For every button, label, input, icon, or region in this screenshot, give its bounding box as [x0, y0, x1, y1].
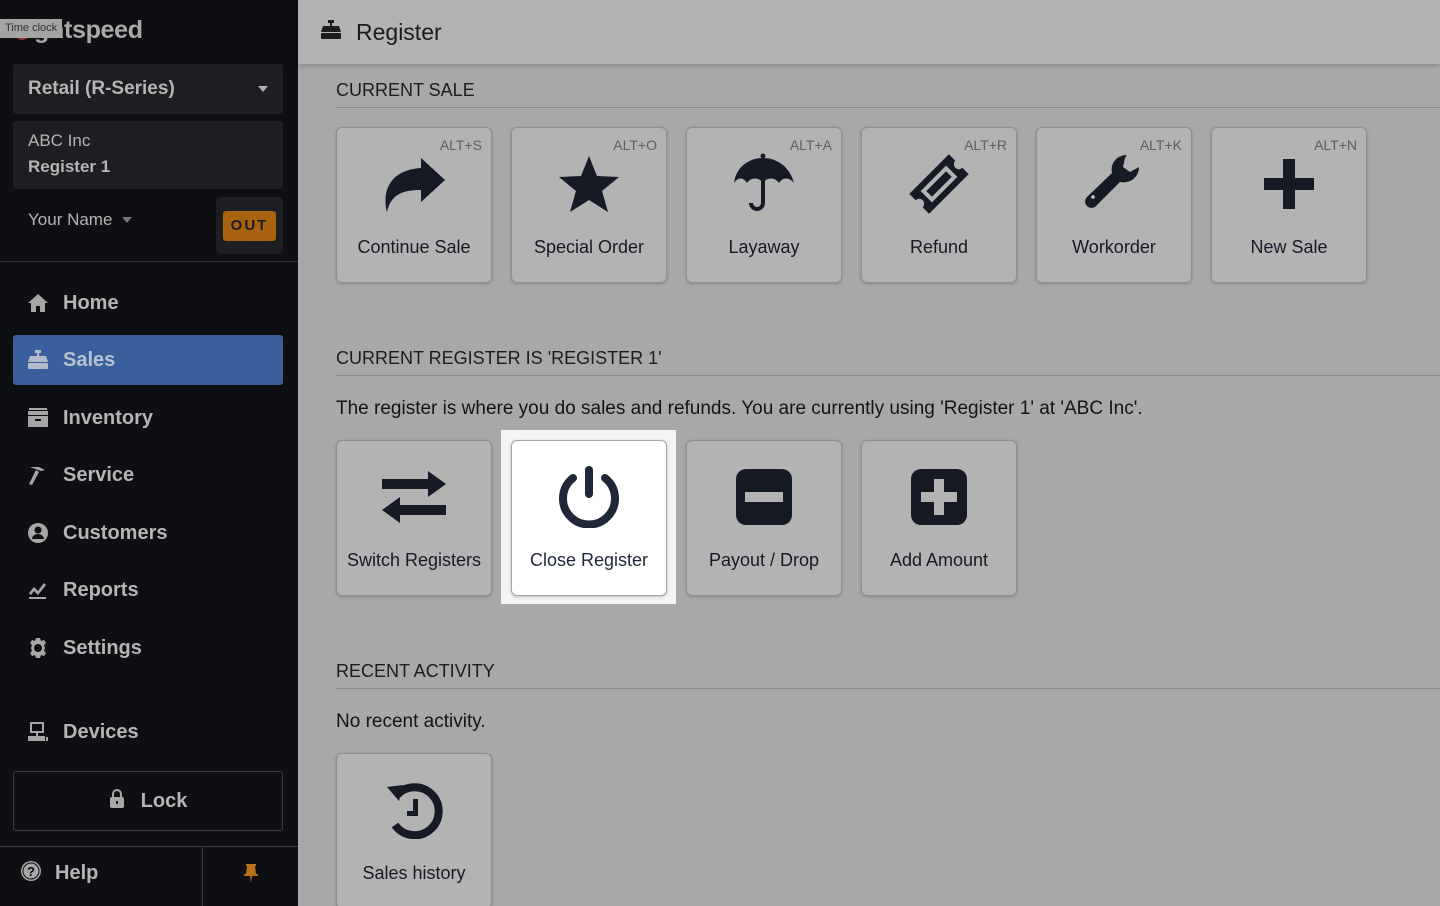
devices-icon — [27, 721, 49, 743]
sidebar-item-inventory[interactable]: Inventory — [13, 393, 283, 443]
layaway-button[interactable]: ALT+A Layaway — [686, 127, 842, 283]
section-title-current-sale: CURRENT SALE — [336, 80, 475, 100]
tile-label: Layaway — [728, 237, 800, 257]
page-header: Register — [298, 0, 1440, 64]
sidebar-item-service[interactable]: Service — [13, 450, 283, 500]
divider — [336, 107, 1440, 108]
sidebar-item-label: Customers — [63, 521, 168, 544]
pin-icon — [243, 864, 259, 889]
user-menu[interactable]: Your Name — [28, 210, 133, 230]
chevron-down-icon — [122, 217, 133, 223]
organization-name: ABC Inc — [28, 131, 91, 150]
time-clock: OUT — [216, 197, 283, 254]
plus-icon — [1212, 152, 1366, 216]
sidebar-item-label: Service — [63, 463, 135, 486]
add-amount-button[interactable]: Add Amount — [861, 440, 1017, 596]
exchange-icon — [337, 465, 491, 529]
cash-register-icon — [320, 19, 342, 45]
minus-square-icon — [687, 465, 841, 529]
sidebar-item-label: Settings — [63, 636, 142, 659]
tile-label: Refund — [909, 237, 969, 257]
section-title-current-register: CURRENT REGISTER IS 'REGISTER 1' — [336, 348, 662, 368]
archive-icon — [27, 407, 49, 429]
workorder-button[interactable]: ALT+K Workorder — [1036, 127, 1192, 283]
store-selector[interactable]: Retail (R-Series) — [13, 64, 283, 114]
lock-button[interactable]: Lock — [13, 771, 283, 831]
new-sale-button[interactable]: ALT+N New Sale — [1211, 127, 1367, 283]
tile-label: Special Order — [533, 237, 645, 257]
shortcut-hint: ALT+N — [1314, 137, 1357, 153]
divider — [0, 261, 298, 262]
continue-sale-button[interactable]: ALT+S Continue Sale — [336, 127, 492, 283]
user-circle-icon — [27, 522, 49, 544]
svg-text:?: ? — [27, 864, 35, 879]
shortcut-hint: ALT+K — [1139, 137, 1182, 153]
star-icon — [512, 152, 666, 216]
divider — [336, 375, 1440, 376]
chart-line-icon — [27, 579, 49, 601]
register-name: Register 1 — [28, 157, 111, 176]
empty-activity-text: No recent activity. — [336, 711, 486, 732]
section-title-recent-activity: RECENT ACTIVITY — [336, 661, 495, 681]
shortcut-hint: ALT+A — [789, 137, 832, 153]
sidebar-item-label: Reports — [63, 578, 139, 601]
help-button[interactable]: ? Help — [20, 860, 98, 887]
tile-label: Continue Sale — [357, 237, 471, 257]
lock-label: Lock — [140, 789, 188, 812]
close-register-button[interactable]: Close Register — [511, 440, 667, 596]
main-content: CURRENT SALE ALT+S Continue Sale ALT+O S… — [298, 64, 1440, 906]
sidebar-item-customers[interactable]: Customers — [13, 508, 283, 558]
plus-square-icon — [862, 465, 1016, 529]
sidebar-item-reports[interactable]: Reports — [13, 565, 283, 615]
sidebar-item-label: Inventory — [63, 406, 154, 429]
pin-sidebar-button[interactable] — [203, 847, 298, 906]
sales-history-button[interactable]: Sales history — [336, 753, 492, 906]
gear-icon — [27, 637, 49, 659]
help-label: Help — [55, 862, 99, 884]
shortcut-hint: ALT+S — [439, 137, 482, 153]
lock-icon — [109, 788, 125, 814]
tile-label: Close Register — [529, 550, 649, 570]
tile-label: Add Amount — [889, 550, 989, 570]
history-icon — [337, 778, 491, 842]
sidebar-item-label: Home — [63, 291, 119, 314]
payout-drop-button[interactable]: Payout / Drop — [686, 440, 842, 596]
register-description: The register is where you do sales and r… — [336, 398, 1143, 419]
ticket-icon — [862, 152, 1016, 216]
share-arrow-icon — [337, 152, 491, 216]
shortcut-hint: ALT+O — [613, 137, 657, 153]
sidebar: ghtspeed Time clock Retail (R-Series) AB… — [0, 0, 298, 906]
user-name: Your Name — [28, 210, 113, 229]
special-order-button[interactable]: ALT+O Special Order — [511, 127, 667, 283]
power-icon — [512, 465, 666, 529]
sidebar-item-home[interactable]: Home — [13, 278, 283, 328]
tile-label: Workorder — [1072, 237, 1156, 257]
switch-registers-button[interactable]: Switch Registers — [336, 440, 492, 596]
chevron-down-icon — [258, 86, 268, 92]
sidebar-item-label: Sales — [63, 348, 116, 371]
clock-out-button[interactable]: OUT — [223, 210, 276, 241]
tile-label: Switch Registers — [346, 550, 482, 570]
tile-label: Payout / Drop — [708, 550, 820, 570]
shortcut-hint: ALT+R — [964, 137, 1007, 153]
tile-label: New Sale — [1250, 237, 1328, 257]
sidebar-item-label: Devices — [63, 720, 139, 743]
divider — [336, 688, 1440, 689]
time-clock-tooltip: Time clock — [0, 19, 63, 38]
help-circle-icon: ? — [20, 860, 42, 887]
page-title: Register — [356, 18, 442, 45]
home-icon — [27, 292, 49, 314]
wrench-icon — [1037, 152, 1191, 216]
register-info: ABC Inc Register 1 — [13, 121, 283, 189]
tile-label: Sales history — [362, 863, 466, 883]
store-selector-label: Retail (R-Series) — [28, 78, 175, 99]
umbrella-icon — [687, 152, 841, 216]
sidebar-item-settings[interactable]: Settings — [13, 623, 283, 673]
sidebar-item-devices[interactable]: Devices — [13, 707, 283, 757]
hammer-icon — [27, 464, 49, 486]
refund-button[interactable]: ALT+R Refund — [861, 127, 1017, 283]
sidebar-item-sales[interactable]: Sales — [13, 335, 283, 385]
cash-register-icon — [27, 349, 49, 371]
